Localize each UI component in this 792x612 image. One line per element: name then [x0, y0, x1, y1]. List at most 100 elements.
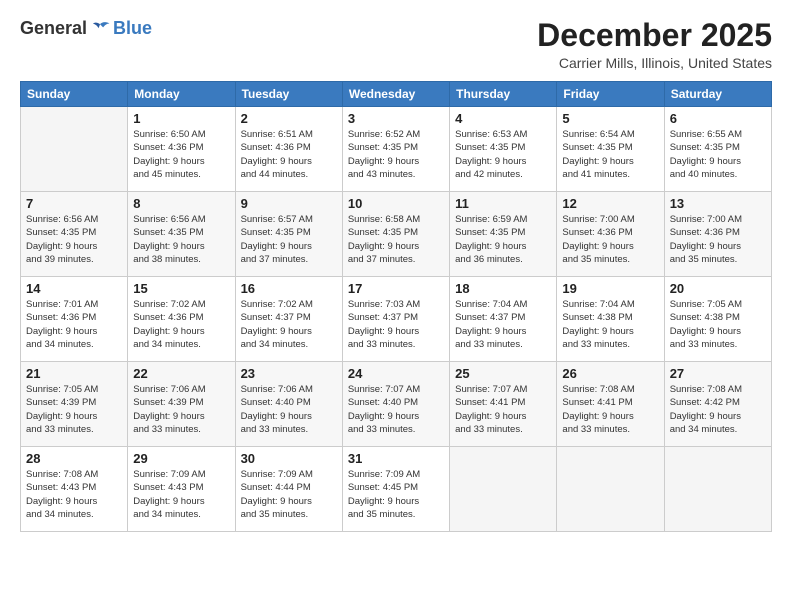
day-info: Sunrise: 6:58 AM Sunset: 4:35 PM Dayligh… — [348, 213, 444, 266]
day-info: Sunrise: 7:00 AM Sunset: 4:36 PM Dayligh… — [562, 213, 658, 266]
day-info: Sunrise: 7:05 AM Sunset: 4:39 PM Dayligh… — [26, 383, 122, 436]
day-number: 2 — [241, 111, 337, 126]
week-row-4: 21 Sunrise: 7:05 AM Sunset: 4:39 PM Dayli… — [21, 362, 772, 447]
calendar-cell: 25Sunrise: 7:07 AM Sunset: 4:41 PM Dayli… — [450, 362, 557, 447]
day-number: 10 — [348, 196, 444, 211]
day-info: Sunrise: 7:08 AM Sunset: 4:42 PM Dayligh… — [670, 383, 766, 436]
day-number: 3 — [348, 111, 444, 126]
logo-bird-icon — [89, 20, 111, 38]
calendar-cell: 4 Sunrise: 6:53 AM Sunset: 4:35 PM Daylig… — [450, 107, 557, 192]
calendar-cell: 11Sunrise: 6:59 AM Sunset: 4:35 PM Dayli… — [450, 192, 557, 277]
day-number: 16 — [241, 281, 337, 296]
calendar-cell: 31 Sunrise: 7:09 AM Sunset: 4:45 PM Dayli… — [342, 447, 449, 532]
day-number: 5 — [562, 111, 658, 126]
day-number: 24 — [348, 366, 444, 381]
day-info: Sunrise: 6:53 AM Sunset: 4:35 PM Dayligh… — [455, 128, 551, 181]
day-number: 17 — [348, 281, 444, 296]
day-number: 14 — [26, 281, 122, 296]
calendar-cell: 14 Sunrise: 7:01 AM Sunset: 4:36 PM Dayli… — [21, 277, 128, 362]
calendar-cell: 30Sunrise: 7:09 AM Sunset: 4:44 PM Dayli… — [235, 447, 342, 532]
calendar-cell: 16 Sunrise: 7:02 AM Sunset: 4:37 PM Dayli… — [235, 277, 342, 362]
logo-blue: Blue — [113, 18, 152, 39]
day-number: 6 — [670, 111, 766, 126]
week-row-3: 14 Sunrise: 7:01 AM Sunset: 4:36 PM Dayli… — [21, 277, 772, 362]
calendar-cell — [664, 447, 771, 532]
calendar-cell: 7 Sunrise: 6:56 AM Sunset: 4:35 PM Daylig… — [21, 192, 128, 277]
day-number: 11 — [455, 196, 551, 211]
location: Carrier Mills, Illinois, United States — [537, 55, 772, 71]
day-info: Sunrise: 6:50 AM Sunset: 4:36 PM Dayligh… — [133, 128, 229, 181]
week-row-2: 7 Sunrise: 6:56 AM Sunset: 4:35 PM Daylig… — [21, 192, 772, 277]
title-area: December 2025 Carrier Mills, Illinois, U… — [537, 18, 772, 71]
col-header-saturday: Saturday — [664, 82, 771, 107]
calendar-cell: 29 Sunrise: 7:09 AM Sunset: 4:43 PM Dayli… — [128, 447, 235, 532]
day-info: Sunrise: 6:56 AM Sunset: 4:35 PM Dayligh… — [26, 213, 122, 266]
calendar-cell: 22Sunrise: 7:06 AM Sunset: 4:39 PM Dayli… — [128, 362, 235, 447]
col-header-tuesday: Tuesday — [235, 82, 342, 107]
calendar-cell: 1 Sunrise: 6:50 AM Sunset: 4:36 PM Daylig… — [128, 107, 235, 192]
day-info: Sunrise: 7:05 AM Sunset: 4:38 PM Dayligh… — [670, 298, 766, 351]
day-number: 29 — [133, 451, 229, 466]
day-number: 28 — [26, 451, 122, 466]
calendar-cell: 6 Sunrise: 6:55 AM Sunset: 4:35 PM Daylig… — [664, 107, 771, 192]
day-number: 7 — [26, 196, 122, 211]
day-info: Sunrise: 7:09 AM Sunset: 4:45 PM Dayligh… — [348, 468, 444, 521]
day-info: Sunrise: 7:04 AM Sunset: 4:37 PM Dayligh… — [455, 298, 551, 351]
day-info: Sunrise: 7:02 AM Sunset: 4:37 PM Dayligh… — [241, 298, 337, 351]
day-number: 15 — [133, 281, 229, 296]
logo-area: General Blue — [20, 18, 152, 39]
calendar-cell: 2 Sunrise: 6:51 AM Sunset: 4:36 PM Daylig… — [235, 107, 342, 192]
calendar-cell: 10 Sunrise: 6:58 AM Sunset: 4:35 PM Dayli… — [342, 192, 449, 277]
day-number: 20 — [670, 281, 766, 296]
header: General Blue December 2025 Carrier Mills… — [20, 18, 772, 71]
day-number: 9 — [241, 196, 337, 211]
page: General Blue December 2025 Carrier Mills… — [0, 0, 792, 612]
day-info: Sunrise: 7:09 AM Sunset: 4:44 PM Dayligh… — [241, 468, 337, 521]
calendar-header-row: SundayMondayTuesdayWednesdayThursdayFrid… — [21, 82, 772, 107]
day-number: 31 — [348, 451, 444, 466]
day-number: 22 — [133, 366, 229, 381]
calendar-cell: 5 Sunrise: 6:54 AM Sunset: 4:35 PM Daylig… — [557, 107, 664, 192]
col-header-monday: Monday — [128, 82, 235, 107]
calendar-cell: 23 Sunrise: 7:06 AM Sunset: 4:40 PM Dayli… — [235, 362, 342, 447]
logo: General Blue — [20, 18, 152, 39]
day-info: Sunrise: 7:01 AM Sunset: 4:36 PM Dayligh… — [26, 298, 122, 351]
day-number: 13 — [670, 196, 766, 211]
calendar-cell: 12 Sunrise: 7:00 AM Sunset: 4:36 PM Dayli… — [557, 192, 664, 277]
calendar-cell: 15 Sunrise: 7:02 AM Sunset: 4:36 PM Dayli… — [128, 277, 235, 362]
day-info: Sunrise: 7:08 AM Sunset: 4:43 PM Dayligh… — [26, 468, 122, 521]
week-row-5: 28 Sunrise: 7:08 AM Sunset: 4:43 PM Dayli… — [21, 447, 772, 532]
day-number: 23 — [241, 366, 337, 381]
day-info: Sunrise: 6:51 AM Sunset: 4:36 PM Dayligh… — [241, 128, 337, 181]
calendar-cell — [557, 447, 664, 532]
day-info: Sunrise: 7:06 AM Sunset: 4:40 PM Dayligh… — [241, 383, 337, 436]
day-number: 1 — [133, 111, 229, 126]
day-number: 4 — [455, 111, 551, 126]
day-info: Sunrise: 6:56 AM Sunset: 4:35 PM Dayligh… — [133, 213, 229, 266]
day-info: Sunrise: 7:09 AM Sunset: 4:43 PM Dayligh… — [133, 468, 229, 521]
day-info: Sunrise: 6:55 AM Sunset: 4:35 PM Dayligh… — [670, 128, 766, 181]
month-title: December 2025 — [537, 18, 772, 53]
col-header-wednesday: Wednesday — [342, 82, 449, 107]
day-number: 27 — [670, 366, 766, 381]
calendar-cell: 17Sunrise: 7:03 AM Sunset: 4:37 PM Dayli… — [342, 277, 449, 362]
calendar-cell — [21, 107, 128, 192]
calendar-cell: 3Sunrise: 6:52 AM Sunset: 4:35 PM Daylig… — [342, 107, 449, 192]
calendar-cell: 18Sunrise: 7:04 AM Sunset: 4:37 PM Dayli… — [450, 277, 557, 362]
day-number: 12 — [562, 196, 658, 211]
day-info: Sunrise: 7:07 AM Sunset: 4:40 PM Dayligh… — [348, 383, 444, 436]
calendar-cell: 19Sunrise: 7:04 AM Sunset: 4:38 PM Dayli… — [557, 277, 664, 362]
calendar-cell: 24 Sunrise: 7:07 AM Sunset: 4:40 PM Dayli… — [342, 362, 449, 447]
day-info: Sunrise: 6:54 AM Sunset: 4:35 PM Dayligh… — [562, 128, 658, 181]
day-number: 25 — [455, 366, 551, 381]
day-number: 21 — [26, 366, 122, 381]
day-info: Sunrise: 6:57 AM Sunset: 4:35 PM Dayligh… — [241, 213, 337, 266]
col-header-friday: Friday — [557, 82, 664, 107]
day-info: Sunrise: 7:02 AM Sunset: 4:36 PM Dayligh… — [133, 298, 229, 351]
calendar-cell — [450, 447, 557, 532]
day-number: 8 — [133, 196, 229, 211]
calendar: SundayMondayTuesdayWednesdayThursdayFrid… — [20, 81, 772, 532]
calendar-cell: 20 Sunrise: 7:05 AM Sunset: 4:38 PM Dayli… — [664, 277, 771, 362]
col-header-sunday: Sunday — [21, 82, 128, 107]
day-number: 26 — [562, 366, 658, 381]
